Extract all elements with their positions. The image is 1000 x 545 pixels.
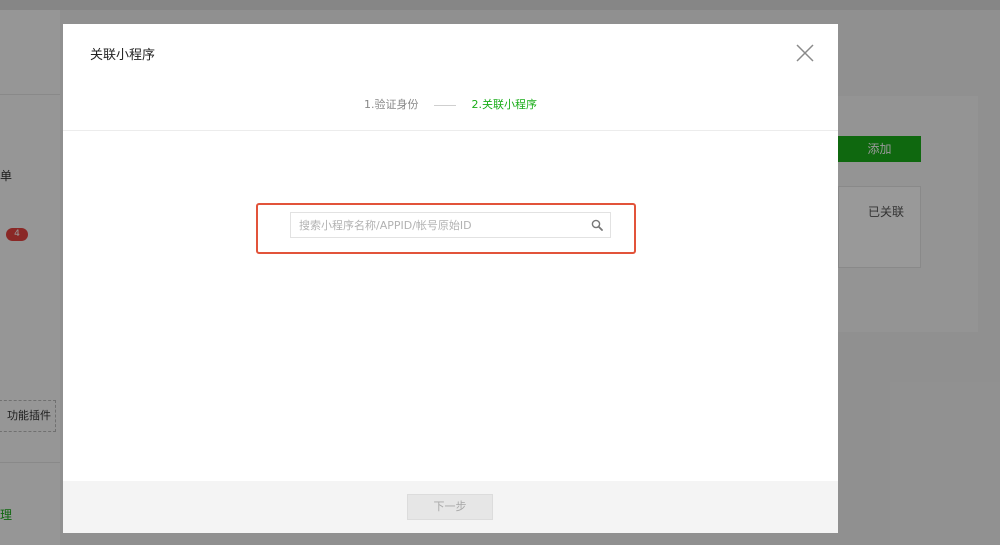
step-1-label: 1.验证身份	[364, 98, 419, 111]
close-icon	[796, 44, 814, 62]
step-2-label: 2.关联小程序	[471, 98, 538, 111]
close-button[interactable]	[792, 40, 818, 66]
search-box	[290, 212, 611, 238]
link-miniprogram-dialog: 关联小程序 1.验证身份 2.关联小程序 下一步	[63, 24, 838, 533]
search-input[interactable]	[291, 213, 581, 237]
next-step-button[interactable]: 下一步	[407, 494, 493, 520]
header-divider	[63, 130, 838, 131]
search-icon[interactable]	[591, 219, 603, 231]
dialog-title: 关联小程序	[90, 48, 156, 63]
step-indicator: 1.验证身份 2.关联小程序	[63, 98, 838, 112]
step-connector	[434, 104, 456, 106]
dialog-footer: 下一步	[63, 481, 838, 533]
